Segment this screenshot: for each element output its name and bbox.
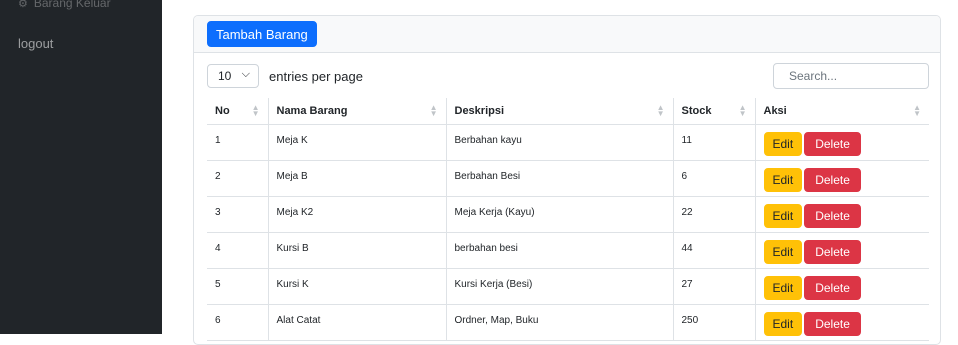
cell-nama-barang: Alat Catat [267,304,446,341]
table-row: 3 Meja K2 Meja Kerja (Kayu) 22 Edit Delet… [207,196,929,233]
cell-deskripsi: Meja Kerja (Kayu) [445,196,673,233]
cell-aksi: Edit Delete [754,304,929,341]
chevron-down-icon: ⌵ [241,68,250,80]
edit-button[interactable]: Edit [763,275,803,300]
sidebar-item-logout[interactable]: logout [18,36,53,51]
gear-icon: ⚙ [18,0,28,10]
table-row: 4 Kursi B berbahan besi 44 Edit Delete [207,232,929,269]
table-header-row: No ▲ ▼ Nama Barang ▲ ▼ Deskripsi ▲ ▼ Stock ▲ ▼ A… [207,98,929,125]
sort-icon: ▲ ▼ [251,103,260,118]
cell-deskripsi: Berbahan Besi [445,160,673,197]
cell-nama-barang: Meja K2 [267,196,446,233]
cell-nama-barang: Kursi K [267,268,446,305]
cell-stock: 44 [672,232,755,269]
cell-deskripsi: berbahan besi [445,232,673,269]
sidebar: ⚙ Barang Keluar logout [0,0,162,334]
cell-nama-barang: Kursi B [267,232,446,269]
cell-deskripsi: Kursi Kerja (Besi) [445,268,673,305]
cell-aksi: Edit Delete [754,160,929,197]
items-card: Tambah Barang 10 ⌵ entries per page No▲▼… [193,15,941,345]
cell-aksi: Edit Delete [754,232,929,269]
edit-button[interactable]: Edit [763,311,803,336]
column-header-stock[interactable]: Stock ▲ ▼ [672,98,755,125]
cell-deskripsi: Berbahan kayu [445,124,673,161]
datatable-controls: 10 ⌵ entries per page [207,63,929,89]
items-table: No ▲ ▼ Nama Barang ▲ ▼ Deskripsi ▲ ▼ Stock ▲ ▼ A… [207,98,929,341]
cell-stock: 11 [672,124,755,161]
cell-stock: 22 [672,196,755,233]
sidebar-item-barang-keluar[interactable]: ⚙ Barang Keluar [18,0,111,10]
column-header-deskripsi[interactable]: Deskripsi ▲ ▼ [445,98,673,125]
search-input[interactable] [773,63,929,89]
edit-button[interactable]: Edit [763,203,803,228]
sidebar-item-label: Barang Keluar [33,0,111,10]
cell-aksi: Edit Delete [754,124,929,161]
cell-deskripsi: Ordner, Map, Buku [445,304,673,341]
column-header-aksi[interactable]: Aksi ▲ ▼ [754,98,929,125]
cell-stock: 250 [672,304,755,341]
edit-button[interactable]: Edit [763,167,803,192]
cell-no: 5 [207,268,268,305]
card-header: Tambah Barang [194,16,940,53]
column-header-no[interactable]: No ▲ ▼ [207,98,268,125]
delete-button[interactable]: Delete [804,275,861,300]
cell-no: 3 [207,196,268,233]
delete-button[interactable]: Delete [804,311,861,336]
delete-button[interactable]: Delete [804,239,861,264]
column-header-nama-barang[interactable]: Nama Barang ▲ ▼ [267,98,446,125]
cell-no: 4 [207,232,268,269]
cell-no: 2 [207,160,268,197]
delete-button[interactable]: Delete [804,167,861,192]
per-page-select[interactable]: 10 ⌵ [207,64,259,88]
entries-per-page-label: entries per page [269,69,363,84]
cell-nama-barang: Meja K [267,124,446,161]
table-row: 5 Kursi K Kursi Kerja (Besi) 27 Edit Dele… [207,268,929,305]
cell-aksi: Edit Delete [754,196,929,233]
cell-stock: 6 [672,160,755,197]
sort-icon: ▲ ▼ [429,103,438,118]
cell-aksi: Edit Delete [754,268,929,305]
edit-button[interactable]: Edit [763,239,803,264]
sort-icon: ▲ ▼ [913,103,921,118]
table-row: 2 Meja B Berbahan Besi 6 Edit Delete [207,160,929,197]
cell-no: 6 [207,304,268,341]
cell-no: 1 [207,124,268,161]
edit-button[interactable]: Edit [763,131,803,156]
cell-nama-barang: Meja B [267,160,446,197]
sort-icon: ▲ ▼ [656,103,665,118]
table-row: 6 Alat Catat Ordner, Map, Buku 250 Edit D… [207,304,929,341]
table-row: 1 Meja K Berbahan kayu 11 Edit Delete [207,124,929,161]
add-item-button[interactable]: Tambah Barang [207,21,317,47]
per-page-value: 10 [218,69,232,83]
delete-button[interactable]: Delete [804,203,861,228]
sort-icon: ▲ ▼ [738,103,747,118]
delete-button[interactable]: Delete [804,131,861,156]
cell-stock: 27 [672,268,755,305]
